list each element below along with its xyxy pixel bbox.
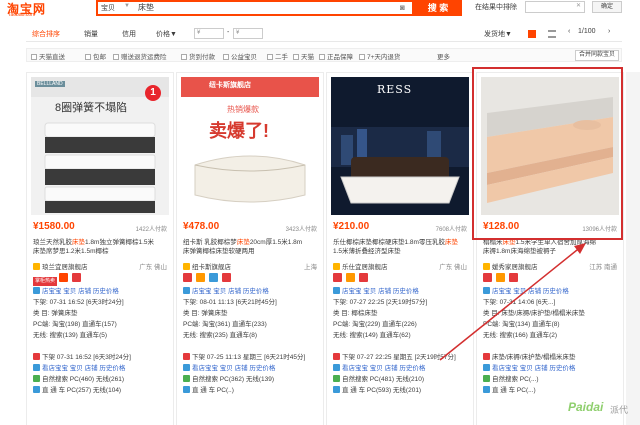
watermark-logo: Paidai (568, 400, 604, 414)
annotation-arrow (439, 243, 586, 361)
watermark-sub: 派代 (610, 405, 629, 415)
